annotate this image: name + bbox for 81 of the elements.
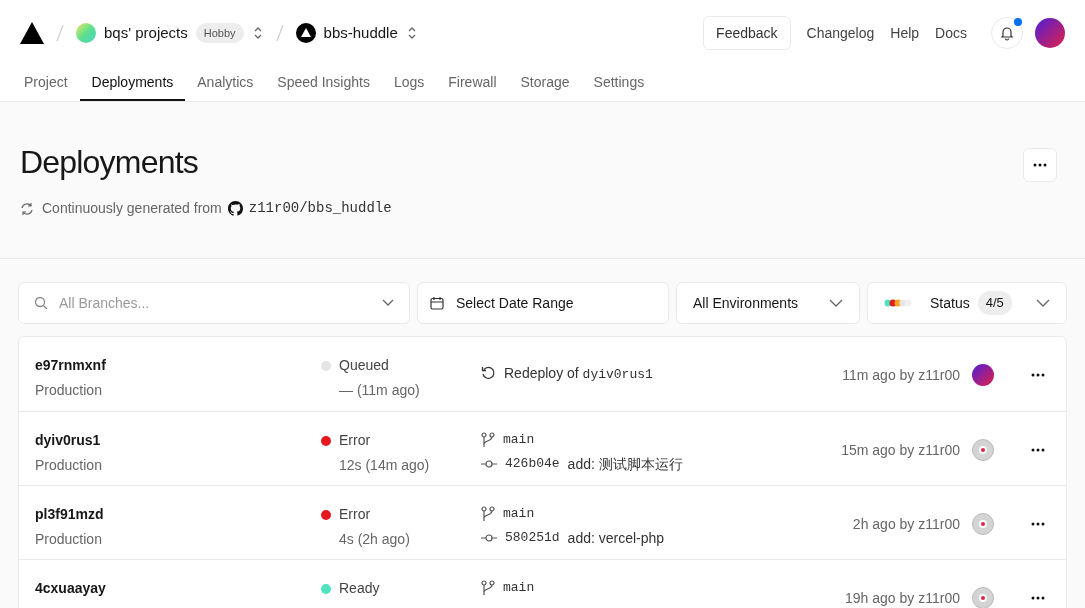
- deployment-id[interactable]: 4cxuaayay: [35, 578, 321, 599]
- nav-tab[interactable]: Analytics: [185, 66, 266, 101]
- nav-tab[interactable]: Settings: [581, 66, 657, 101]
- search-icon: [34, 296, 48, 310]
- status-text: Error: [339, 431, 371, 450]
- author-avatar: [972, 513, 994, 535]
- commit-hash[interactable]: 580251d: [505, 528, 560, 548]
- more-icon: [1033, 163, 1047, 167]
- nav-link[interactable]: Help: [890, 22, 920, 44]
- page-title: Deployments: [20, 146, 198, 178]
- environment-label: Production: [35, 456, 103, 475]
- author-avatar: [972, 439, 994, 461]
- branch-name[interactable]: main: [503, 504, 535, 524]
- author-text: 19h ago by z11r00: [845, 588, 960, 608]
- status-text: Ready: [339, 579, 380, 598]
- nav-tab[interactable]: Speed Insights: [265, 66, 382, 101]
- more-icon: [1031, 373, 1045, 377]
- slash-separator-icon: [275, 24, 284, 42]
- chevron-down-icon: [382, 299, 394, 307]
- branch-icon: [481, 431, 495, 448]
- user-avatar[interactable]: [1035, 18, 1065, 48]
- environment-label: Production: [35, 530, 103, 549]
- branch-icon: [481, 579, 495, 596]
- deployment-id[interactable]: pl3f91mzd: [35, 504, 321, 525]
- chevron-down-icon: [1036, 299, 1050, 307]
- nav-tab[interactable]: Firewall: [436, 66, 509, 101]
- nav-tab[interactable]: Deployments: [79, 66, 186, 101]
- author-text: 15m ago by z11r00: [841, 440, 960, 460]
- slash-separator-icon: [56, 24, 64, 42]
- environment-select[interactable]: All Environments: [676, 282, 860, 324]
- source-text: Continuously generated from: [42, 199, 222, 218]
- status-label: Status: [930, 293, 970, 313]
- branch-name[interactable]: main: [503, 578, 535, 598]
- branch-icon: [481, 505, 495, 522]
- nav-link[interactable]: Docs: [935, 22, 967, 44]
- commit-icon: [481, 533, 497, 543]
- feedback-button[interactable]: Feedback: [703, 16, 791, 50]
- redeploy-text: Redeploy of dyiv0rus1: [504, 364, 653, 384]
- nav-tab[interactable]: Logs: [381, 66, 437, 101]
- branch-filter[interactable]: All Branches...: [18, 282, 410, 324]
- environment-label: Production: [35, 381, 103, 400]
- nav-tab[interactable]: Storage: [508, 66, 582, 101]
- nav-link[interactable]: Changelog: [806, 22, 875, 44]
- date-range-picker[interactable]: Select Date Range: [417, 282, 669, 324]
- chevron-down-icon: [829, 299, 843, 307]
- commit-hash[interactable]: 426b04e: [505, 454, 560, 474]
- logo-icon[interactable]: [20, 22, 44, 44]
- repo-link[interactable]: z11r00/bbs_huddle: [248, 198, 392, 219]
- project-icon: [295, 23, 316, 43]
- author-avatar: [972, 364, 994, 386]
- commit-message: add: 测试脚本运行: [567, 454, 683, 474]
- status-dots-icon: [884, 299, 914, 307]
- team-name[interactable]: bqs' projects: [104, 21, 188, 45]
- duration-text: 4s (2h ago): [338, 530, 411, 549]
- branch-name[interactable]: main: [503, 430, 535, 450]
- github-icon: [227, 201, 243, 216]
- deployment-id[interactable]: dyiv0rus1: [35, 430, 321, 451]
- status-text: Error: [339, 505, 371, 524]
- team-avatar: [76, 23, 96, 43]
- status-text: Queued: [339, 356, 389, 375]
- duration-text: 12s (14m ago): [338, 456, 431, 475]
- plan-badge: Hobby: [195, 22, 244, 44]
- status-count-badge: 4/5: [977, 291, 1012, 315]
- duration-text: — (11m ago): [338, 381, 421, 400]
- more-icon: [1031, 522, 1045, 526]
- author-text: 11m ago by z11r00: [842, 365, 960, 385]
- commit-icon: [481, 459, 497, 469]
- more-icon: [1031, 596, 1045, 600]
- refresh-icon: [20, 201, 34, 216]
- calendar-icon: [430, 296, 444, 310]
- project-name[interactable]: bbs-huddle: [323, 21, 398, 45]
- nav-tab[interactable]: Project: [12, 66, 80, 101]
- author-text: 2h ago by z11r00: [852, 514, 960, 534]
- environment-label: All Environments: [693, 293, 799, 313]
- commit-message: add: vercel-php: [567, 528, 665, 548]
- deployment-id[interactable]: e97rnmxnf: [35, 355, 321, 376]
- bell-icon: [999, 25, 1015, 41]
- date-range-label: Select Date Range: [456, 293, 574, 313]
- status-filter[interactable]: Status 4/5: [867, 282, 1067, 324]
- more-icon: [1031, 448, 1045, 452]
- redeploy-icon: [481, 366, 496, 382]
